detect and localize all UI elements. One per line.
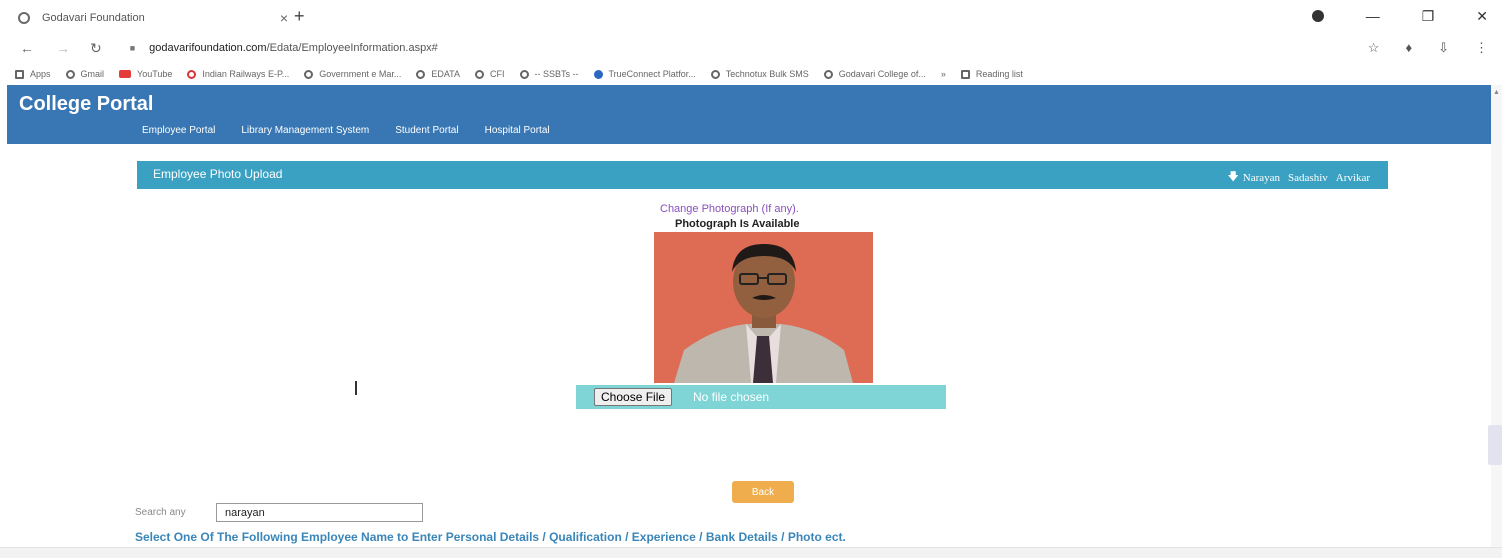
search-label: Search any xyxy=(135,507,186,518)
bookmark-cfi[interactable]: CFI xyxy=(475,69,505,79)
youtube-icon xyxy=(119,70,132,78)
url-path: /Edata/EmployeeInformation.aspx# xyxy=(266,42,438,54)
restore-icon[interactable]: ❐ xyxy=(1422,8,1435,25)
employee-portrait xyxy=(654,232,873,383)
bookmark-indian-railways[interactable]: Indian Railways E-P... xyxy=(187,69,289,79)
railways-icon xyxy=(187,69,197,79)
bookmark-apps[interactable]: Apps xyxy=(15,69,51,79)
new-tab-button[interactable]: + xyxy=(294,6,305,27)
url-domain: godavarifoundation.com xyxy=(149,42,267,54)
site-title: College Portal xyxy=(19,93,154,115)
globe-icon xyxy=(519,69,529,79)
employee-name: 🡇 Narayan Sadashiv Arvikar xyxy=(1227,168,1370,187)
download-arrow-icon: 🡇 xyxy=(1227,171,1239,183)
panel-title: Employee Photo Upload xyxy=(153,167,283,181)
choose-file-button[interactable]: Choose File xyxy=(594,388,673,406)
search-input[interactable] xyxy=(216,503,423,522)
close-window-icon[interactable]: ✕ xyxy=(1476,8,1488,25)
reading-list-icon xyxy=(960,69,970,79)
bookmark-ssbts[interactable]: -- SSBTs -- xyxy=(519,69,579,79)
minimize-icon[interactable]: — xyxy=(1366,8,1380,25)
side-panel-handle[interactable] xyxy=(1488,425,1502,465)
site-header: College Portal Employee Portal Library M… xyxy=(7,85,1491,144)
nav-library-management[interactable]: Library Management System xyxy=(241,125,369,136)
photograph-status: Photograph Is Available xyxy=(675,218,800,230)
employee-photo xyxy=(654,232,873,383)
back-button[interactable]: Back xyxy=(732,481,794,503)
bookmarks-bar: Apps Gmail YouTube Indian Railways E-P..… xyxy=(0,63,1502,85)
bookmark-technotux[interactable]: Technotux Bulk SMS xyxy=(710,69,809,79)
browser-tab[interactable]: Godavari Foundation × xyxy=(18,6,298,30)
no-file-chosen-text: No file chosen xyxy=(693,390,770,404)
tab-title: Godavari Foundation xyxy=(42,12,145,24)
download-icon[interactable]: ⇩ xyxy=(1438,40,1449,56)
google-icon xyxy=(65,69,75,79)
address-bar: ← → ↻ ■ godavarifoundation.com /Edata/Em… xyxy=(0,33,1502,63)
bookmark-trueconnect[interactable]: TrueConnect Platfor... xyxy=(593,69,696,79)
panel-header: Employee Photo Upload 🡇 Narayan Sadashiv… xyxy=(137,161,1388,189)
globe-icon xyxy=(475,69,485,79)
bookmark-star-icon[interactable]: ☆ xyxy=(1368,40,1380,56)
extensions-icon[interactable]: ♦ xyxy=(1405,40,1412,56)
globe-icon xyxy=(416,69,426,79)
tab-close-icon[interactable]: × xyxy=(280,10,288,26)
employee-middle-name: Sadashiv xyxy=(1288,171,1328,184)
bookmark-youtube[interactable]: YouTube xyxy=(119,69,172,79)
nav-employee-portal[interactable]: Employee Portal xyxy=(142,125,215,136)
address-bar-actions: ☆ ♦ ⇩ ⋮ xyxy=(1368,40,1488,56)
back-arrow-icon[interactable]: ← xyxy=(20,40,34,56)
bookmarks-overflow[interactable]: » xyxy=(941,69,946,79)
nav-hospital-portal[interactable]: Hospital Portal xyxy=(485,125,550,136)
apps-grid-icon xyxy=(15,69,24,79)
bottom-scrollbar[interactable] xyxy=(0,547,1502,558)
bookmark-edata[interactable]: EDATA xyxy=(416,69,460,79)
browser-tab-bar: Godavari Foundation × + — ❐ ✕ xyxy=(0,0,1502,33)
globe-icon xyxy=(710,69,720,79)
record-icon[interactable] xyxy=(1311,10,1324,22)
bookmark-gmail[interactable]: Gmail xyxy=(65,69,104,79)
reload-icon[interactable]: ↻ xyxy=(90,40,102,57)
lock-icon: ■ xyxy=(129,43,136,53)
globe-icon xyxy=(823,69,833,79)
menu-icon[interactable]: ⋮ xyxy=(1475,40,1488,56)
change-photograph-link[interactable]: Change Photograph (If any). xyxy=(660,203,799,215)
gem-icon xyxy=(304,69,314,79)
employee-first-name: Narayan xyxy=(1242,171,1281,184)
file-upload-row: Choose File No file chosen xyxy=(576,385,946,409)
scroll-up-icon[interactable]: ▲ xyxy=(1493,89,1500,96)
forward-arrow-icon[interactable]: → xyxy=(56,40,70,56)
trueconnect-icon xyxy=(593,69,603,79)
employee-last-name: Arvikar xyxy=(1335,171,1370,184)
window-controls: — ❐ ✕ xyxy=(1311,8,1488,25)
url-field[interactable]: ■ godavarifoundation.com /Edata/Employee… xyxy=(130,42,438,54)
bookmark-government[interactable]: Government e Mar... xyxy=(304,69,401,79)
instruction-text: Select One Of The Following Employee Nam… xyxy=(135,530,846,544)
bookmark-godavari-college[interactable]: Godavari College of... xyxy=(823,69,926,79)
site-nav: Employee Portal Library Management Syste… xyxy=(142,125,550,136)
site-favicon-icon xyxy=(18,12,30,24)
nav-student-portal[interactable]: Student Portal xyxy=(395,125,458,136)
page-scrollbar[interactable]: ▲ xyxy=(1491,85,1502,558)
text-cursor xyxy=(355,381,357,395)
bookmark-reading-list[interactable]: Reading list xyxy=(960,69,1023,79)
